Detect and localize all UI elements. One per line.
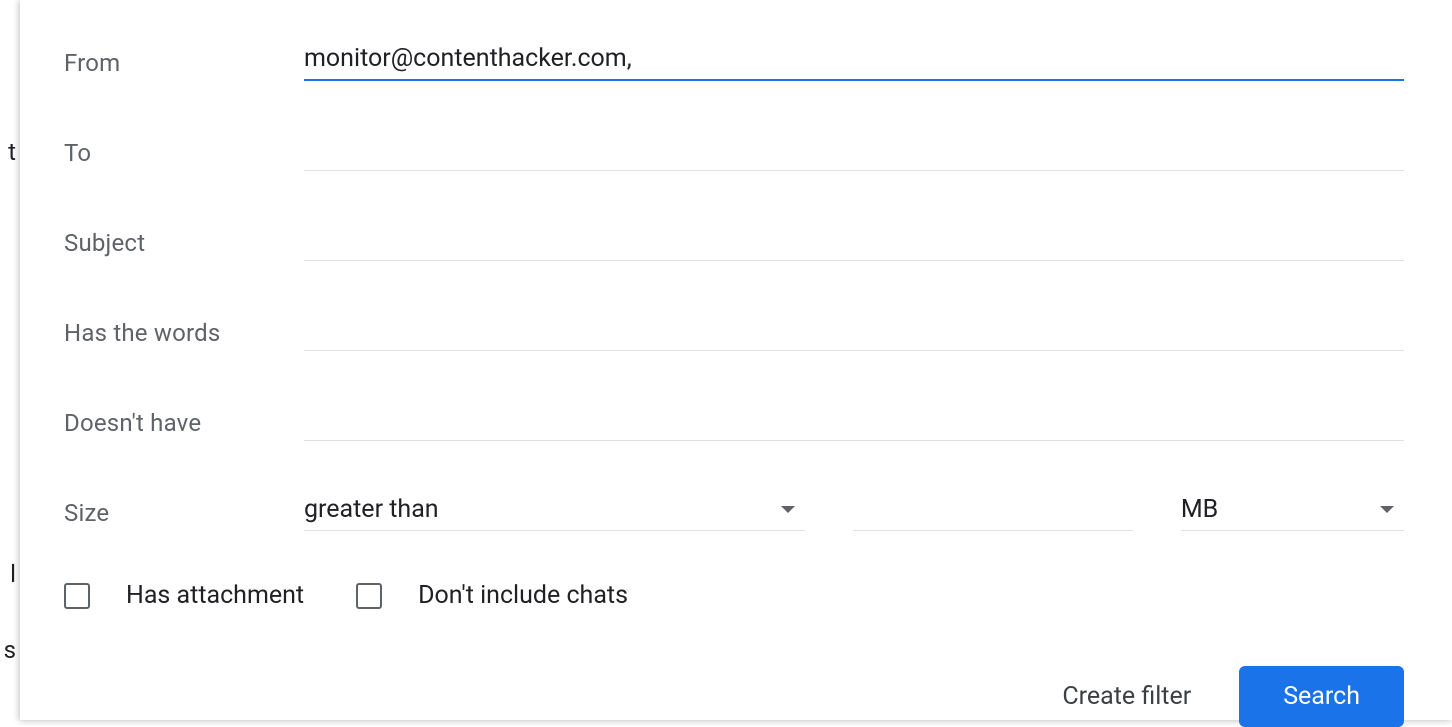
from-input[interactable] [304,40,1404,81]
has-words-input[interactable] [304,311,1404,351]
size-comparator-select[interactable]: greater than [304,491,805,531]
doesnt-have-input-wrap [304,401,1404,441]
background-fragments: t l s [0,0,20,720]
has-attachment-label: Has attachment [126,581,304,610]
create-filter-link[interactable]: Create filter [1062,682,1191,711]
from-input-wrap [304,40,1404,81]
search-filter-panel: From To Subject Has the words Doesn't ha… [20,0,1452,720]
search-button[interactable]: Search [1239,666,1404,727]
size-field-row: Size greater than MB [64,491,1404,531]
size-comparator-value: greater than [304,495,439,524]
bg-char: l [10,560,16,588]
dont-include-chats-checkbox[interactable]: Don't include chats [356,581,628,610]
dont-include-chats-label: Don't include chats [418,581,628,610]
size-value-input[interactable] [853,491,1133,531]
actions-row: Create filter Search [64,666,1404,727]
chevron-down-icon [781,506,795,513]
doesnt-have-label: Doesn't have [64,409,304,441]
has-words-label: Has the words [64,319,304,351]
checkbox-icon [356,583,382,609]
subject-field-row: Subject [64,221,1404,261]
checkbox-row: Has attachment Don't include chats [64,581,1404,610]
to-label: To [64,139,304,171]
size-unit-select[interactable]: MB [1181,491,1404,531]
subject-input-wrap [304,221,1404,261]
from-label: From [64,49,304,81]
to-input[interactable] [304,131,1404,171]
subject-input[interactable] [304,221,1404,261]
to-field-row: To [64,131,1404,171]
bg-char: t [8,138,16,166]
doesnt-have-input[interactable] [304,401,1404,441]
to-input-wrap [304,131,1404,171]
subject-label: Subject [64,229,304,261]
checkbox-icon [64,583,90,609]
has-words-field-row: Has the words [64,311,1404,351]
bg-char: s [4,636,16,664]
size-label: Size [64,499,304,531]
chevron-down-icon [1380,506,1394,513]
has-words-input-wrap [304,311,1404,351]
size-unit-value: MB [1181,495,1218,524]
has-attachment-checkbox[interactable]: Has attachment [64,581,304,610]
from-field-row: From [64,40,1404,81]
doesnt-have-field-row: Doesn't have [64,401,1404,441]
